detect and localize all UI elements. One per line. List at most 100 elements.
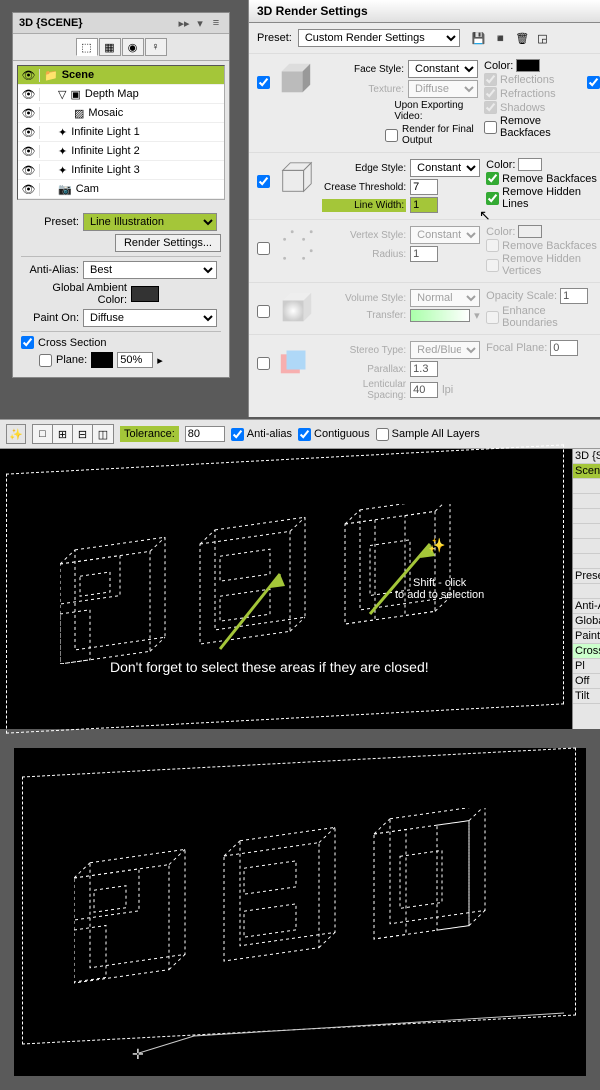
canvas-preview-2[interactable]: ✛ (14, 748, 586, 1076)
edge-enable-checkbox[interactable] (257, 175, 270, 188)
vertex-enable-checkbox[interactable] (257, 242, 270, 255)
line-width-input[interactable] (410, 197, 438, 213)
face-enable-checkbox[interactable] (257, 76, 270, 89)
antialias-label: Anti-Alias: (21, 264, 79, 276)
parallax-input (410, 361, 438, 377)
ambient-label: Global Ambient Color: (21, 282, 127, 306)
visibility-icon[interactable]: 👁 (18, 69, 40, 82)
canvas-preview-1[interactable]: Shift - clickto add to selection Don't f… (0, 449, 600, 729)
tolerance-label: Tolerance: (120, 426, 179, 442)
crease-threshold-input[interactable] (410, 179, 438, 195)
face-style-select[interactable]: Constant (408, 60, 478, 78)
menu-icon[interactable]: ≡ (209, 16, 223, 30)
tab-mesh[interactable]: ▦ (99, 38, 121, 56)
painton-select[interactable]: Diffuse (83, 309, 217, 327)
edge-style-select[interactable]: Constant (410, 159, 480, 177)
visibility-icon[interactable]: 👁 (18, 107, 40, 120)
stop-icon[interactable]: ◾ (494, 32, 508, 45)
render-settings-button[interactable]: Render Settings... (115, 234, 221, 252)
painton-label: Paint On: (21, 312, 79, 324)
enhance-boundaries-checkbox (486, 311, 499, 324)
tab-scene[interactable]: ⬚ (76, 38, 98, 56)
filter-tabs: ⬚ ▦ ◉ ♀ (13, 34, 229, 61)
edge-color-swatch[interactable] (518, 158, 542, 171)
new-selection-button[interactable]: □ (33, 425, 53, 443)
visibility-icon[interactable]: 👁 (18, 126, 40, 139)
tolerance-input[interactable] (185, 426, 225, 442)
lasso-cursor-icon: ✛ (132, 1046, 144, 1063)
visibility-icon[interactable]: 👁 (18, 88, 40, 101)
camera-icon: 📷 (58, 183, 72, 196)
render-preset-select[interactable]: Custom Render Settings (298, 29, 460, 47)
tree-row-light3[interactable]: 👁 ✦Infinite Light 3 (18, 161, 224, 180)
visibility-icon[interactable]: 👁 (18, 164, 40, 177)
vertex-cube-icon (276, 224, 316, 266)
cross-section-checkbox[interactable] (21, 336, 34, 349)
shadows-checkbox (484, 101, 497, 114)
tree-row-cam[interactable]: 👁 📷Cam (18, 180, 224, 199)
plane-checkbox[interactable] (39, 354, 52, 367)
lasso-path (134, 1008, 574, 1068)
contiguous-checkbox[interactable] (298, 428, 311, 441)
light-icon: ✦ (58, 145, 67, 158)
magic-wand-tool-icon[interactable]: ✨ (6, 424, 26, 444)
selection-mode-buttons: □ ⊞ ⊟ ◫ (32, 424, 114, 444)
opacity-scale-input (560, 288, 588, 304)
folder-icon: 📁 (44, 69, 58, 82)
vertex-style-select: Constant (410, 226, 480, 244)
edge-backfaces-checkbox[interactable] (486, 172, 499, 185)
dont-forget-annotation: Don't forget to select these areas if th… (110, 659, 429, 675)
preset-select[interactable]: Line Illustration (83, 213, 217, 231)
vertex-radius-input (410, 246, 438, 262)
face-backfaces-checkbox[interactable] (484, 121, 497, 134)
face-color-swatch[interactable] (516, 59, 540, 72)
antialias-select[interactable]: Best (83, 261, 217, 279)
cube-icon[interactable]: ◲ (537, 32, 547, 45)
intersect-selection-button[interactable]: ◫ (93, 425, 113, 443)
tab-materials[interactable]: ◉ (122, 38, 144, 56)
panel-title: 3D {SCENE} (19, 17, 83, 29)
lenticular-input (410, 382, 438, 398)
face-texture-select: Diffuse (408, 80, 478, 98)
stereo-enable-checkbox[interactable] (257, 357, 270, 370)
render-final-checkbox[interactable] (385, 129, 398, 142)
add-selection-button[interactable]: ⊞ (53, 425, 73, 443)
chevron-down-icon[interactable]: ▽ (58, 88, 66, 101)
rewind-icon[interactable]: ▸▸ (177, 16, 191, 30)
render-preset-label: Preset: (257, 32, 292, 44)
ambient-color-swatch[interactable] (131, 286, 159, 302)
magic-wand-toolbar: ✨ □ ⊞ ⊟ ◫ Tolerance: Anti-alias Contiguo… (0, 419, 600, 449)
plane-opacity-input[interactable] (117, 352, 153, 368)
delete-icon[interactable]: 🗑 (515, 32, 529, 45)
edge-hidden-checkbox[interactable] (486, 192, 499, 205)
visibility-icon[interactable]: 👁 (18, 183, 40, 196)
tree-row-mosaic[interactable]: 👁 ▨Mosaic (18, 104, 224, 123)
tree-row-depthmap[interactable]: 👁 ▽▣Depth Map (18, 85, 224, 104)
mesh-icon: ▣ (70, 88, 80, 101)
psd-wireframe-2 (74, 808, 544, 988)
shift-click-annotation: Shift - clickto add to selection (395, 577, 484, 601)
save-icon[interactable]: 💾 (472, 32, 486, 45)
volume-style-select: Normal (410, 289, 480, 307)
collapse-icon[interactable]: ▾ (193, 16, 207, 30)
plane-color-swatch[interactable] (91, 352, 113, 368)
face-extra-checkbox[interactable] (587, 76, 600, 89)
light-icon: ✦ (58, 126, 67, 139)
sample-all-checkbox[interactable] (376, 428, 389, 441)
subtract-selection-button[interactable]: ⊟ (73, 425, 93, 443)
slider-icon[interactable]: ▸ (157, 354, 163, 367)
mini-scene-panel: 3D {SCEN Scene Preset: Anti-Alias Global… (572, 449, 600, 729)
stereo-cube-icon (276, 339, 316, 381)
tab-lights[interactable]: ♀ (145, 38, 167, 56)
edge-cube-icon (276, 157, 316, 199)
line-width-label: Line Width: (322, 199, 406, 212)
tree-row-light1[interactable]: 👁 ✦Infinite Light 1 (18, 123, 224, 142)
antialias-checkbox[interactable] (231, 428, 244, 441)
visibility-icon[interactable]: 👁 (18, 145, 40, 158)
volume-enable-checkbox[interactable] (257, 305, 270, 318)
render-header: 3D Render Settings (249, 0, 600, 23)
tree-row-light2[interactable]: 👁 ✦Infinite Light 2 (18, 142, 224, 161)
volume-cube-icon (276, 287, 316, 329)
vertex-hidden-checkbox (486, 259, 499, 272)
tree-row-scene[interactable]: 👁 📁Scene (18, 66, 224, 85)
